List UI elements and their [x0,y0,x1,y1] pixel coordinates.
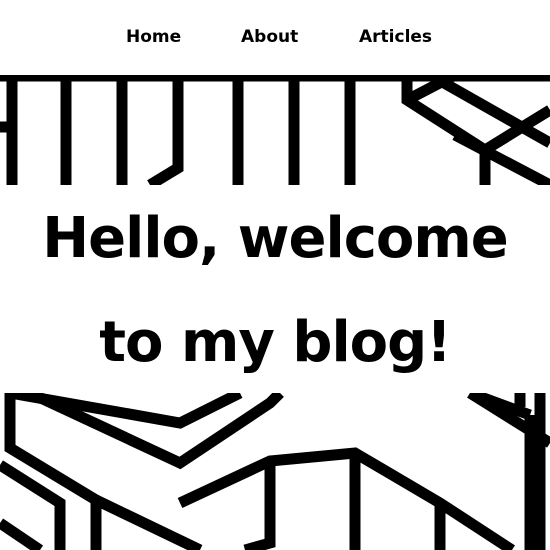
nav-link-articles[interactable]: Articles [359,27,432,47]
top-navigation: Home About Articles [0,0,550,75]
nav-link-about[interactable]: About [241,27,298,47]
geometric-pattern-bottom [0,393,550,550]
hero-title-line-2: to my blog! [99,310,451,375]
geometric-pattern-top [0,75,550,185]
hero-banner: Hello, welcome to my blog! [0,185,550,393]
hero-title-line-1: Hello, welcome [42,206,508,271]
nav-link-home[interactable]: Home [126,27,181,47]
